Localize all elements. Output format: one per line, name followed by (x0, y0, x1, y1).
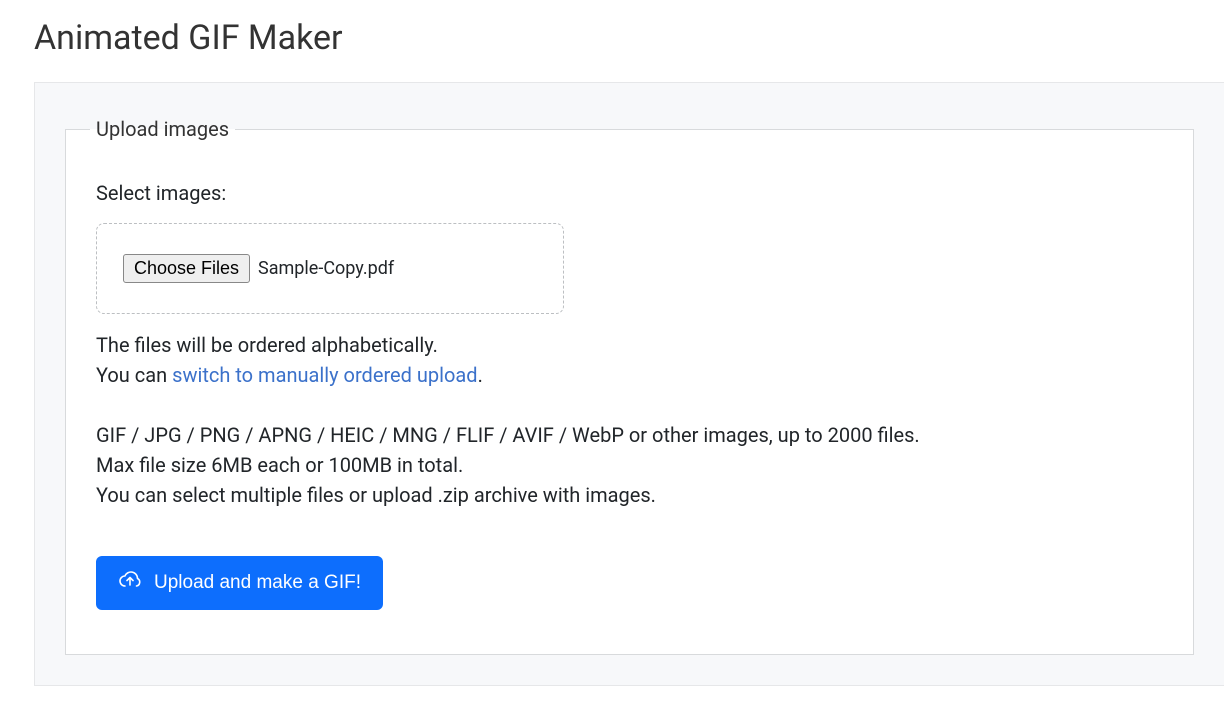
formats-block: GIF / JPG / PNG / APNG / HEIC / MNG / FL… (96, 420, 1163, 510)
switch-suffix-text: . (478, 363, 483, 387)
size-limit-text: Max file size 6MB each or 100MB in total… (96, 450, 1163, 480)
upload-panel: Upload images Select images: Choose File… (34, 82, 1224, 686)
switch-prefix-text: You can (96, 363, 172, 387)
upload-fieldset: Upload images Select images: Choose File… (65, 117, 1194, 655)
switch-upload-link[interactable]: switch to manually ordered upload (172, 363, 477, 387)
file-input-row: Choose Files Sample-Copy.pdf (123, 254, 537, 283)
multi-select-text: You can select multiple files or upload … (96, 480, 1163, 510)
order-info-text: The files will be ordered alphabetically… (96, 330, 1163, 360)
formats-text: GIF / JPG / PNG / APNG / HEIC / MNG / FL… (96, 420, 1163, 450)
selected-filename: Sample-Copy.pdf (258, 258, 394, 279)
fieldset-legend: Upload images (90, 117, 235, 141)
upload-cloud-icon (118, 568, 142, 598)
select-images-label: Select images: (96, 181, 1163, 205)
upload-submit-button[interactable]: Upload and make a GIF! (96, 556, 383, 610)
choose-files-button[interactable]: Choose Files (123, 254, 250, 283)
upload-button-label: Upload and make a GIF! (154, 572, 361, 594)
file-dropzone[interactable]: Choose Files Sample-Copy.pdf (96, 223, 564, 314)
switch-info-line: You can switch to manually ordered uploa… (96, 360, 1163, 390)
page-title: Animated GIF Maker (0, 0, 1225, 58)
